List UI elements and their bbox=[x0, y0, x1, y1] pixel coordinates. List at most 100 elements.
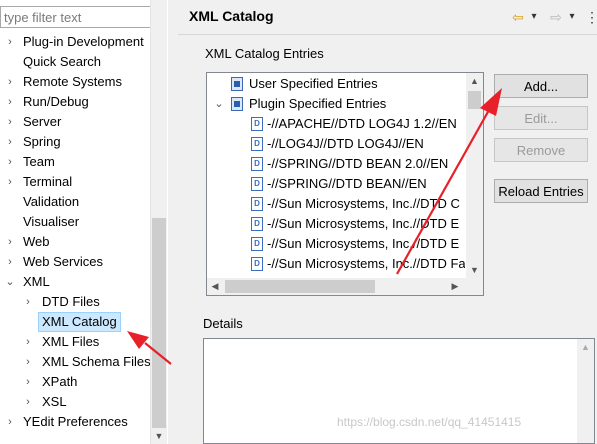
back-menu-icon[interactable]: ▾ bbox=[529, 8, 539, 26]
tree-item-label: Run/Debug bbox=[23, 94, 89, 109]
tree-item[interactable]: › Web Services bbox=[0, 252, 150, 272]
chevron-right-icon[interactable]: › bbox=[22, 372, 34, 392]
catalog-entry[interactable]: D -//LOG4J//DTD LOG4J//EN bbox=[207, 134, 465, 154]
chevron-right-icon[interactable]: › bbox=[4, 72, 16, 92]
chevron-down-icon[interactable]: ⌄ bbox=[4, 272, 16, 292]
catalog-entries-label: XML Catalog Entries bbox=[203, 46, 326, 61]
catalog-entry[interactable]: D -//Sun Microsystems, Inc.//DTD Fa bbox=[207, 254, 465, 274]
chevron-right-icon[interactable]: › bbox=[22, 332, 34, 352]
dtd-file-icon: D bbox=[251, 217, 263, 231]
catalog-icon bbox=[231, 97, 243, 111]
catalog-entries-tree[interactable]: User Specified Entries ⌄ Plugin Specified … bbox=[206, 72, 484, 296]
dtd-file-icon: D bbox=[251, 257, 263, 271]
tree-item[interactable]: › Spring bbox=[0, 132, 150, 152]
tree-item-label: Remote Systems bbox=[23, 74, 122, 89]
tree-item[interactable]: Validation bbox=[0, 192, 150, 212]
scroll-up-icon[interactable]: ▲ bbox=[577, 339, 594, 355]
view-menu-icon[interactable]: ⋮ bbox=[585, 8, 597, 26]
chevron-right-icon[interactable]: › bbox=[4, 32, 16, 52]
catalog-entry[interactable]: D -//Sun Microsystems, Inc.//DTD C bbox=[207, 194, 465, 214]
scroll-down-icon[interactable]: ▼ bbox=[466, 262, 483, 278]
tree-item[interactable]: › XPath bbox=[0, 372, 150, 392]
chevron-right-icon[interactable]: › bbox=[4, 92, 16, 112]
chevron-right-icon[interactable]: › bbox=[22, 392, 34, 412]
chevron-right-icon[interactable]: › bbox=[22, 352, 34, 372]
tree-item[interactable]: XML Catalog bbox=[0, 312, 150, 332]
chevron-right-icon[interactable]: › bbox=[4, 412, 16, 432]
tree-item[interactable]: Visualiser bbox=[0, 212, 150, 232]
catalog-vertical-scrollbar[interactable]: ▲ ▼ bbox=[466, 73, 483, 278]
reload-entries-button[interactable]: Reload Entries bbox=[494, 179, 588, 203]
catalog-horizontal-scrollbar[interactable]: ◀ ▶ bbox=[207, 278, 483, 295]
tree-item[interactable]: › XML Files bbox=[0, 332, 150, 352]
chevron-right-icon[interactable]: › bbox=[4, 132, 16, 152]
dtd-file-icon: D bbox=[251, 137, 263, 151]
tree-item[interactable]: › DTD Files bbox=[0, 292, 150, 312]
chevron-right-icon[interactable]: › bbox=[4, 172, 16, 192]
catalog-entry[interactable]: D -//APACHE//DTD LOG4J 1.2//EN bbox=[207, 114, 465, 134]
details-vertical-scrollbar[interactable]: ▲ bbox=[577, 339, 594, 443]
scrollbar-thumb[interactable] bbox=[225, 280, 375, 293]
tree-item-label: Validation bbox=[23, 194, 80, 209]
tree-item[interactable]: › XML Schema Files bbox=[0, 352, 150, 372]
preferences-tree-pane: › Plug-in Development Quick Search › Remote … bbox=[0, 0, 168, 444]
tree-item[interactable]: › Run/Debug bbox=[0, 92, 150, 112]
scroll-up-icon[interactable]: ▲ bbox=[466, 73, 483, 89]
navigation-toolbar: ⇦ ▾ ⇨ ▾ ⋮ bbox=[501, 8, 597, 26]
scroll-right-icon[interactable]: ▶ bbox=[447, 278, 463, 295]
watermark-text: https://blog.csdn.net/qq_41451415 bbox=[337, 415, 522, 429]
catalog-entry[interactable]: ⌄ Plugin Specified Entries bbox=[207, 94, 465, 114]
chevron-down-icon[interactable]: ⌄ bbox=[213, 94, 225, 114]
tree-item-label: Team bbox=[23, 154, 55, 169]
tree-item[interactable]: › Server bbox=[0, 112, 150, 132]
dtd-file-icon: D bbox=[251, 157, 263, 171]
tree-item[interactable]: ⌄ XML bbox=[0, 272, 150, 292]
scroll-down-icon[interactable]: ▼ bbox=[151, 429, 167, 443]
forward-menu-icon[interactable]: ▾ bbox=[567, 8, 577, 26]
tree-item[interactable]: › Plug-in Development bbox=[0, 32, 150, 52]
tree-item[interactable]: › Team bbox=[0, 152, 150, 172]
tree-item-label: Quick Search bbox=[23, 54, 102, 69]
tree-item-label: XML Catalog bbox=[38, 312, 121, 332]
catalog-entry[interactable]: D -//Sun Microsystems, Inc.//DTD E bbox=[207, 234, 465, 254]
tree-item[interactable]: Quick Search bbox=[0, 52, 150, 72]
catalog-entry[interactable]: D -//SPRING//DTD BEAN 2.0//EN bbox=[207, 154, 465, 174]
tree-item-label: DTD Files bbox=[42, 294, 100, 309]
page-title: XML Catalog bbox=[189, 8, 274, 24]
forward-arrow-icon[interactable]: ⇨ bbox=[547, 8, 565, 26]
tree-item[interactable]: › XSL bbox=[0, 392, 150, 412]
remove-button[interactable]: Remove bbox=[494, 138, 588, 162]
catalog-entry[interactable]: User Specified Entries bbox=[207, 74, 465, 94]
scroll-left-icon[interactable]: ◀ bbox=[207, 278, 223, 295]
tree-item[interactable]: › YEdit Preferences bbox=[0, 412, 150, 432]
catalog-entry[interactable]: D -//SPRING//DTD BEAN//EN bbox=[207, 174, 465, 194]
catalog-entry-label: -//APACHE//DTD LOG4J 1.2//EN bbox=[267, 116, 457, 131]
add-button[interactable]: Add... bbox=[494, 74, 588, 98]
chevron-right-icon[interactable]: › bbox=[4, 152, 16, 172]
tree-item-label: YEdit Preferences bbox=[23, 414, 128, 429]
filter-input[interactable] bbox=[0, 6, 164, 28]
tree-item-label: Spring bbox=[23, 134, 61, 149]
scrollbar-thumb[interactable] bbox=[468, 91, 481, 109]
tree-item-label: XPath bbox=[42, 374, 78, 389]
scrollbar-thumb[interactable] bbox=[152, 218, 166, 428]
preference-page: XML Catalog ⇦ ▾ ⇨ ▾ ⋮ XML Catalog Entrie… bbox=[178, 0, 597, 444]
chevron-right-icon[interactable]: › bbox=[4, 112, 16, 132]
catalog-entry[interactable]: D -//Sun Microsystems, Inc.//DTD E bbox=[207, 214, 465, 234]
left-vertical-scrollbar[interactable]: ▼ bbox=[150, 0, 167, 444]
tree-item-label: XML Files bbox=[42, 334, 100, 349]
catalog-entry-label: -//SPRING//DTD BEAN//EN bbox=[267, 176, 427, 191]
tree-item[interactable]: › Remote Systems bbox=[0, 72, 150, 92]
pane-sash[interactable] bbox=[168, 0, 178, 444]
details-label: Details bbox=[203, 316, 243, 331]
tree-item[interactable]: › Terminal bbox=[0, 172, 150, 192]
back-arrow-icon[interactable]: ⇦ bbox=[509, 8, 527, 26]
tree-item[interactable]: › Web bbox=[0, 232, 150, 252]
edit-button[interactable]: Edit... bbox=[494, 106, 588, 130]
chevron-right-icon[interactable]: › bbox=[4, 232, 16, 252]
chevron-right-icon bbox=[4, 212, 16, 232]
chevron-right-icon[interactable]: › bbox=[22, 292, 34, 312]
tree-item-label: XML Schema Files bbox=[42, 354, 151, 369]
catalog-entry-label: -//Sun Microsystems, Inc.//DTD E bbox=[267, 236, 460, 251]
chevron-right-icon[interactable]: › bbox=[4, 252, 16, 272]
